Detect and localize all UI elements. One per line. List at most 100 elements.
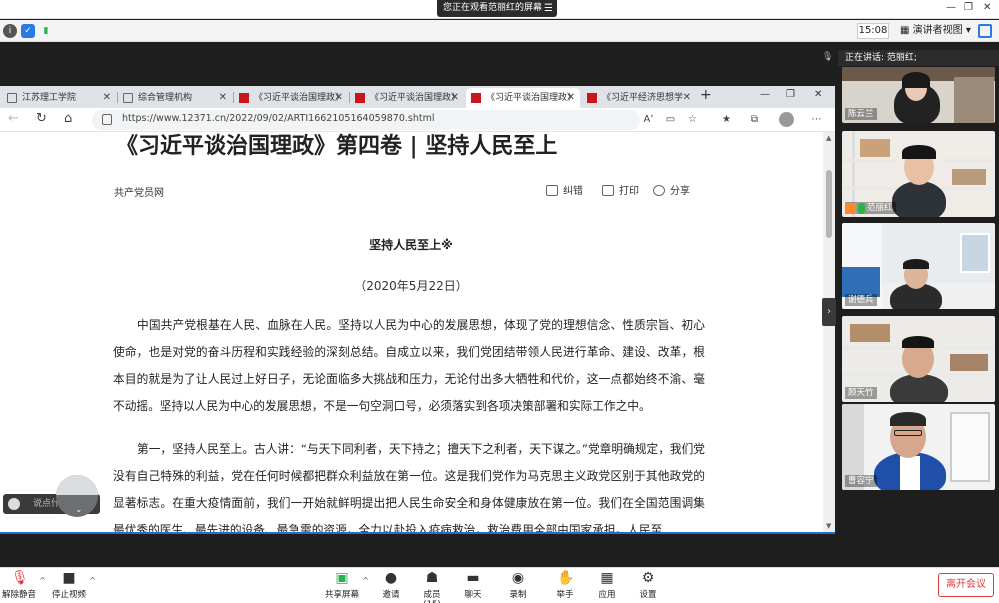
invite-button[interactable]: ● 邀请 <box>378 570 404 600</box>
printer-icon <box>602 185 614 196</box>
tab-label: 《习近平谈治国理政》 <box>370 93 461 103</box>
speaking-indicator: 正在讲话: 范丽红; <box>838 50 999 66</box>
participant-name: 谢德兵 <box>845 294 877 306</box>
lock-icon <box>102 114 112 125</box>
favorites-icon[interactable]: ★ <box>720 113 733 126</box>
shield-icon[interactable]: ✓ <box>21 24 35 38</box>
correct-button[interactable]: 纠错 <box>546 182 583 197</box>
participant-name: 陈云兰 <box>845 108 877 120</box>
video-panel: 正在讲话: 范丽红; 陈云兰 范丽红 谢德兵 顾天竹 曹容宁 <box>838 42 999 567</box>
participant-name: 曹容宁 <box>845 475 877 487</box>
share-screen-icon: ▣ <box>335 570 349 586</box>
participant-video[interactable]: 陈云兰 <box>842 67 995 123</box>
record-button[interactable]: ◉ 录制 <box>505 570 531 600</box>
minimize-icon[interactable]: — <box>946 2 956 13</box>
apps-button[interactable]: ▦ 应用 <box>594 570 620 600</box>
close-tab-icon[interactable]: ✕ <box>451 88 459 108</box>
menu-icon[interactable]: ☰ <box>544 0 553 17</box>
stop-video-button[interactable]: ■ 停止视频 ^ <box>52 570 96 600</box>
leave-meeting-button[interactable]: 离开会议 <box>938 573 994 597</box>
browser-tab[interactable]: 《习近平经济思想学 ✕ <box>582 88 696 108</box>
participant-video-active[interactable]: 范丽红 <box>842 131 995 217</box>
close-tab-icon[interactable]: ✕ <box>683 88 691 108</box>
print-button[interactable]: 打印 <box>602 182 639 197</box>
chat-button[interactable]: ▬ 聊天 <box>460 570 486 600</box>
minimize-icon[interactable]: — <box>760 89 770 100</box>
chevron-up-icon[interactable]: ^ <box>39 576 46 585</box>
collapse-panel-icon[interactable]: › <box>822 298 836 326</box>
browser-address-bar: ← ↻ ⌂ https://www.12371.cn/2022/09/02/AR… <box>0 108 835 132</box>
reload-icon[interactable]: ↻ <box>36 111 47 126</box>
home-icon[interactable]: ⌂ <box>64 111 72 126</box>
collections-icon[interactable]: ⧉ <box>748 113 761 126</box>
browser-tab[interactable]: 《习近平谈治国理政》 ✕ <box>234 88 348 108</box>
mic-active-icon <box>858 203 865 214</box>
share-screen-button[interactable]: ▣ 共享屏幕 ^ <box>325 570 369 600</box>
close-icon[interactable]: ✕ <box>814 89 822 100</box>
chevron-up-icon[interactable]: ^ <box>362 576 369 585</box>
mic-muted-icon: 🎙 <box>11 570 29 586</box>
back-icon[interactable]: ← <box>8 111 19 126</box>
add-user-icon: ● <box>384 570 398 586</box>
article-paragraph: 中国共产党根基在人民、血脉在人民。坚持以人民为中心的发展思想，体现了党的理想信念… <box>113 318 705 413</box>
signal-icon[interactable]: ▮ <box>39 24 53 38</box>
info-icon[interactable]: i <box>3 24 17 38</box>
tab-label: 综合管理机构 <box>138 93 193 103</box>
new-tab-icon[interactable]: + <box>700 87 712 103</box>
article-subtitle: 坚持人民至上※ <box>369 238 453 252</box>
close-tab-icon[interactable]: ✕ <box>567 88 575 108</box>
tab-label: 《习近平谈治国理政》 <box>486 93 577 103</box>
close-tab-icon[interactable]: ✕ <box>335 88 343 108</box>
chevron-up-icon[interactable]: ^ <box>89 576 96 585</box>
tab-label: 《习近平经济思想学 <box>602 93 684 103</box>
viewing-banner-text: 您正在观看范丽红的屏幕 <box>443 3 543 13</box>
party-emblem-icon <box>355 93 365 103</box>
close-tab-icon[interactable]: ✕ <box>219 88 227 108</box>
browser-tab[interactable]: 综合管理机构 ✕ <box>118 88 232 108</box>
add-favorite-icon[interactable]: ☆ <box>686 113 699 126</box>
share-button[interactable]: 分享 <box>653 182 690 197</box>
participant-video[interactable]: 谢德兵 <box>842 223 995 309</box>
meeting-bottom-toolbar: 🎙 解除静音 ^ ■ 停止视频 ^ ▣ 共享屏幕 ^ ● 邀请 ☗ 成员(15)… <box>0 567 999 603</box>
tab-label: 江苏理工学院 <box>22 93 77 103</box>
share-icon <box>653 185 665 196</box>
page-icon <box>123 93 133 103</box>
speaker-view-label: 演讲者视图 <box>912 25 963 36</box>
more-icon[interactable]: ⋯ <box>810 113 823 126</box>
participant-video[interactable]: 曹容宁 <box>842 404 995 490</box>
read-aloud-icon[interactable]: Aʼ <box>642 113 655 126</box>
article-paragraph: 第一，坚持人民至上。古人讲：“与天下同利者，天下持之；擅天下之利者，天下谋之。”… <box>113 442 705 532</box>
speaker-view-button[interactable]: ▦ 演讲者视图 ▾ <box>900 23 971 39</box>
profile-avatar[interactable] <box>779 112 794 127</box>
url-field[interactable]: https://www.12371.cn/2022/09/02/ARTI1662… <box>92 110 640 130</box>
immersive-reader-icon[interactable]: ▭ <box>664 113 677 126</box>
participant-name: 顾天竹 <box>845 387 877 399</box>
chevron-down-icon[interactable]: ⌄ <box>75 505 83 515</box>
restore-icon[interactable]: ❐ <box>786 89 795 100</box>
close-icon[interactable]: ✕ <box>983 2 991 13</box>
participant-video[interactable]: 顾天竹 <box>842 316 995 402</box>
settings-button[interactable]: ⚙ 设置 <box>635 570 661 600</box>
browser-tab[interactable]: 《习近平谈治国理政》 ✕ <box>350 88 464 108</box>
fullscreen-icon[interactable] <box>978 24 992 38</box>
article-source[interactable]: 共产党员网 <box>114 184 164 199</box>
scroll-thumb[interactable] <box>826 170 832 238</box>
viewing-banner[interactable]: 您正在观看范丽红的屏幕 ☰ <box>437 0 557 17</box>
meeting-timer: 15:08 <box>857 23 889 39</box>
scroll-up-icon[interactable]: ▲ <box>826 134 831 142</box>
party-emblem-icon <box>587 93 597 103</box>
users-icon: ☗ <box>425 570 439 586</box>
page-scrollbar[interactable]: ▲ ▼ <box>823 132 835 532</box>
browser-tab-active[interactable]: 《习近平谈治国理政》 ✕ <box>466 88 580 108</box>
restore-icon[interactable]: ❐ <box>964 2 973 13</box>
share-label: 分享 <box>670 186 690 197</box>
unmute-button[interactable]: 🎙 解除静音 ^ <box>2 570 46 600</box>
scroll-down-icon[interactable]: ▼ <box>826 522 831 530</box>
close-tab-icon[interactable]: ✕ <box>103 88 111 108</box>
stop-video-label: 停止视频 <box>52 590 87 600</box>
members-button[interactable]: ☗ 成员(15) <box>416 570 448 603</box>
browser-tab[interactable]: 江苏理工学院 ✕ <box>2 88 116 108</box>
raise-hand-button[interactable]: ✋ 举手 <box>552 570 578 600</box>
emoji-icon[interactable] <box>8 498 20 510</box>
apps-label: 应用 <box>598 590 616 600</box>
